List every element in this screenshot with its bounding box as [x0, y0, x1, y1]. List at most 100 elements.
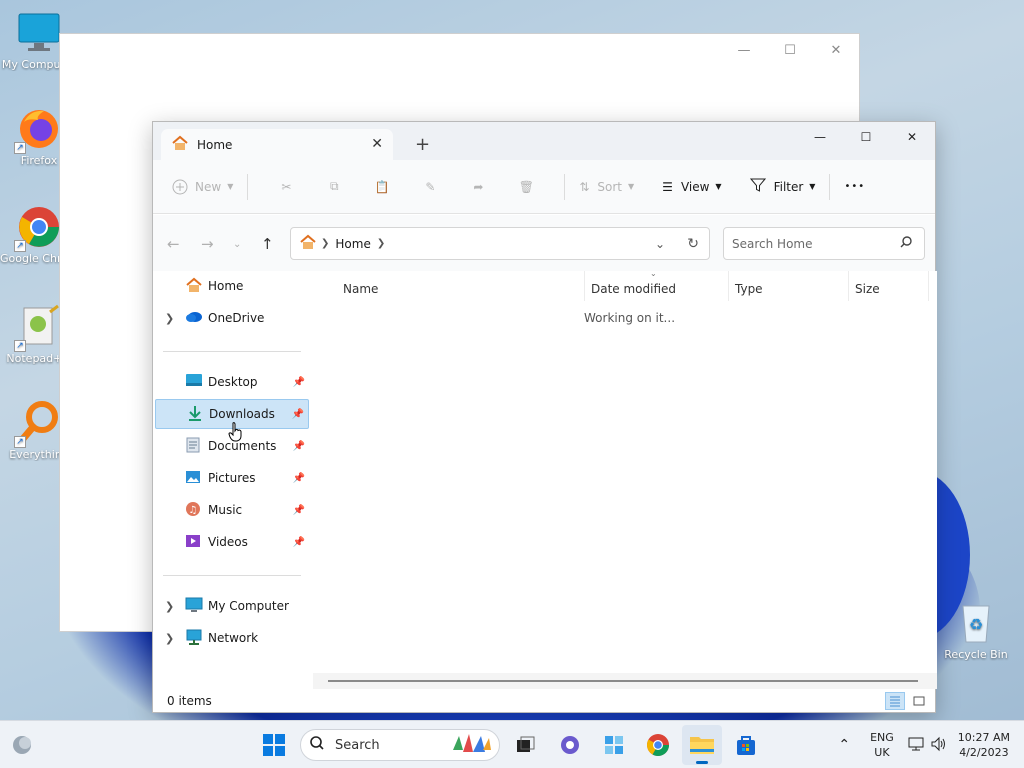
start-button[interactable] [254, 725, 294, 765]
sidebar-item-home[interactable]: Home [155, 271, 309, 301]
back-arrow-icon[interactable]: ← [167, 235, 180, 253]
forward-arrow-icon[interactable]: → [201, 235, 214, 253]
address-bar[interactable]: ❯ Home ❯ ⌄ ↻ [290, 227, 710, 260]
pin-icon[interactable]: 📌 [293, 473, 305, 484]
maximize-button[interactable]: ☐ [767, 34, 813, 66]
new-tab-icon[interactable]: + [415, 134, 430, 155]
maximize-button[interactable]: ☐ [843, 122, 889, 152]
new-label: New [195, 179, 222, 194]
search-icon[interactable] [900, 236, 912, 251]
task-view-button[interactable] [506, 725, 546, 765]
rename-button[interactable]: ✎ [406, 171, 454, 203]
language-code: ENG [870, 731, 894, 744]
hand-cursor-icon [228, 422, 244, 445]
sidebar-item-music[interactable]: ♫ Music 📌 [155, 495, 309, 525]
paste-button[interactable]: 📋 [358, 171, 406, 203]
system-tray: ⌃ ENG UK 10:27 AM 4/2/2023 [838, 721, 1024, 768]
cut-button[interactable]: ✂ [262, 171, 310, 203]
title-bar[interactable]: Home ✕ + — ☐ ✕ [153, 122, 935, 160]
chevron-right-icon[interactable]: ❯ [377, 238, 385, 249]
close-button[interactable]: ✕ [889, 122, 935, 152]
pin-icon[interactable]: 📌 [293, 377, 305, 388]
scrollbar-thumb[interactable] [328, 680, 918, 682]
search-input[interactable]: Search Home [723, 227, 925, 260]
shortcut-arrow-icon: ↗ [14, 340, 26, 352]
weather-widget-icon[interactable] [10, 734, 34, 759]
pin-icon[interactable]: 📌 [293, 441, 305, 452]
input-language-indicator[interactable]: ENG UK [870, 730, 894, 760]
store-taskbar-button[interactable] [726, 725, 766, 765]
chevron-right-icon[interactable]: ❯ [165, 312, 174, 325]
chevron-down-icon: ▼ [715, 182, 722, 191]
network-status-icon[interactable] [908, 736, 926, 755]
picture-icon [185, 469, 203, 487]
sidebar-item-pictures[interactable]: Pictures 📌 [155, 463, 309, 493]
trash-icon: 🗑 [518, 179, 534, 194]
file-explorer-window[interactable]: Home ✕ + — ☐ ✕ New ▼ ✂ ⧉ 📋 ✎ ➦ 🗑 ⇅ Sort … [152, 121, 937, 713]
close-button[interactable]: ✕ [813, 34, 859, 66]
sidebar-divider [163, 351, 301, 352]
refresh-icon[interactable]: ↻ [687, 236, 699, 252]
column-divider[interactable] [584, 271, 585, 301]
column-divider[interactable] [728, 271, 729, 301]
folder-icon [690, 737, 714, 754]
column-divider[interactable] [848, 271, 849, 301]
desktop-icon-recycle-bin[interactable]: ♻ Recycle Bin [938, 600, 1014, 661]
new-button[interactable]: New ▼ [171, 171, 233, 203]
tab-home[interactable]: Home ✕ [161, 129, 393, 160]
close-tab-icon[interactable]: ✕ [371, 136, 383, 152]
recent-locations-chevron-icon[interactable]: ⌄ [233, 239, 241, 250]
rename-icon: ✎ [425, 179, 436, 194]
sidebar-item-onedrive[interactable]: ❯ OneDrive [155, 303, 309, 333]
sidebar-item-desktop[interactable]: Desktop 📌 [155, 367, 309, 397]
copy-button[interactable]: ⧉ [310, 171, 358, 203]
address-row: ← → ⌄ ↑ ❯ Home ❯ ⌄ ↻ Search Home [153, 215, 935, 271]
widgets-button[interactable] [594, 725, 634, 765]
pin-icon[interactable]: 📌 [292, 409, 304, 420]
sidebar-item-label: Videos [208, 535, 248, 549]
tiles-view-icon[interactable] [909, 692, 929, 710]
chevron-right-icon[interactable]: ❯ [165, 600, 174, 613]
show-hidden-icons-chevron-icon[interactable]: ⌃ [838, 737, 850, 753]
pin-icon[interactable]: 📌 [293, 537, 305, 548]
filter-button[interactable]: Filter ▼ [749, 171, 815, 203]
minimize-button[interactable]: — [721, 34, 767, 66]
file-explorer-taskbar-button[interactable] [682, 725, 722, 765]
home-icon [185, 277, 203, 295]
column-header-size[interactable]: Size [855, 277, 880, 301]
clock[interactable]: 10:27 AM 4/2/2023 [958, 730, 1010, 760]
details-view-icon[interactable] [885, 692, 905, 710]
column-header-type[interactable]: Type [735, 277, 763, 301]
column-header-date-modified[interactable]: Date modified [591, 277, 676, 301]
sidebar-item-label: My Computer [208, 599, 289, 613]
recycle-bin-icon: ♻ [953, 600, 999, 646]
up-arrow-icon[interactable]: ↑ [261, 235, 274, 253]
breadcrumb-home[interactable]: Home [335, 237, 370, 251]
chat-app-button[interactable] [550, 725, 590, 765]
loading-message: Working on it... [584, 311, 676, 325]
see-more-button[interactable]: ••• [844, 171, 865, 203]
file-list-pane[interactable]: Name Date modified ⌄ Type Size Working o… [313, 269, 937, 681]
column-divider[interactable] [928, 271, 929, 301]
chevron-right-icon[interactable]: ❯ [165, 632, 174, 645]
minimize-button[interactable]: — [797, 122, 843, 152]
chevron-right-icon: ❯ [321, 238, 330, 249]
svg-text:♻: ♻ [969, 615, 983, 634]
chrome-taskbar-button[interactable] [638, 725, 678, 765]
share-button[interactable]: ➦ [454, 171, 502, 203]
clipboard-icon: 📋 [374, 179, 390, 194]
sidebar-item-my-computer[interactable]: ❯ My Computer [155, 591, 309, 621]
monitor-icon [16, 10, 62, 56]
view-button[interactable]: ☰ View ▼ [662, 171, 721, 203]
delete-button[interactable]: 🗑 [502, 171, 550, 203]
sidebar-item-network[interactable]: ❯ Network [155, 623, 309, 653]
address-dropdown-chevron-icon[interactable]: ⌄ [655, 237, 665, 251]
pin-icon[interactable]: 📌 [293, 505, 305, 516]
volume-icon[interactable] [930, 736, 948, 755]
taskbar-search-box[interactable]: Search [300, 729, 500, 761]
column-header-name[interactable]: Name [343, 277, 378, 301]
sort-button[interactable]: ⇅ Sort ▼ [579, 171, 634, 203]
sidebar-item-videos[interactable]: Videos 📌 [155, 527, 309, 557]
scissors-icon: ✂ [281, 179, 292, 194]
sidebar-item-label: OneDrive [208, 311, 265, 325]
